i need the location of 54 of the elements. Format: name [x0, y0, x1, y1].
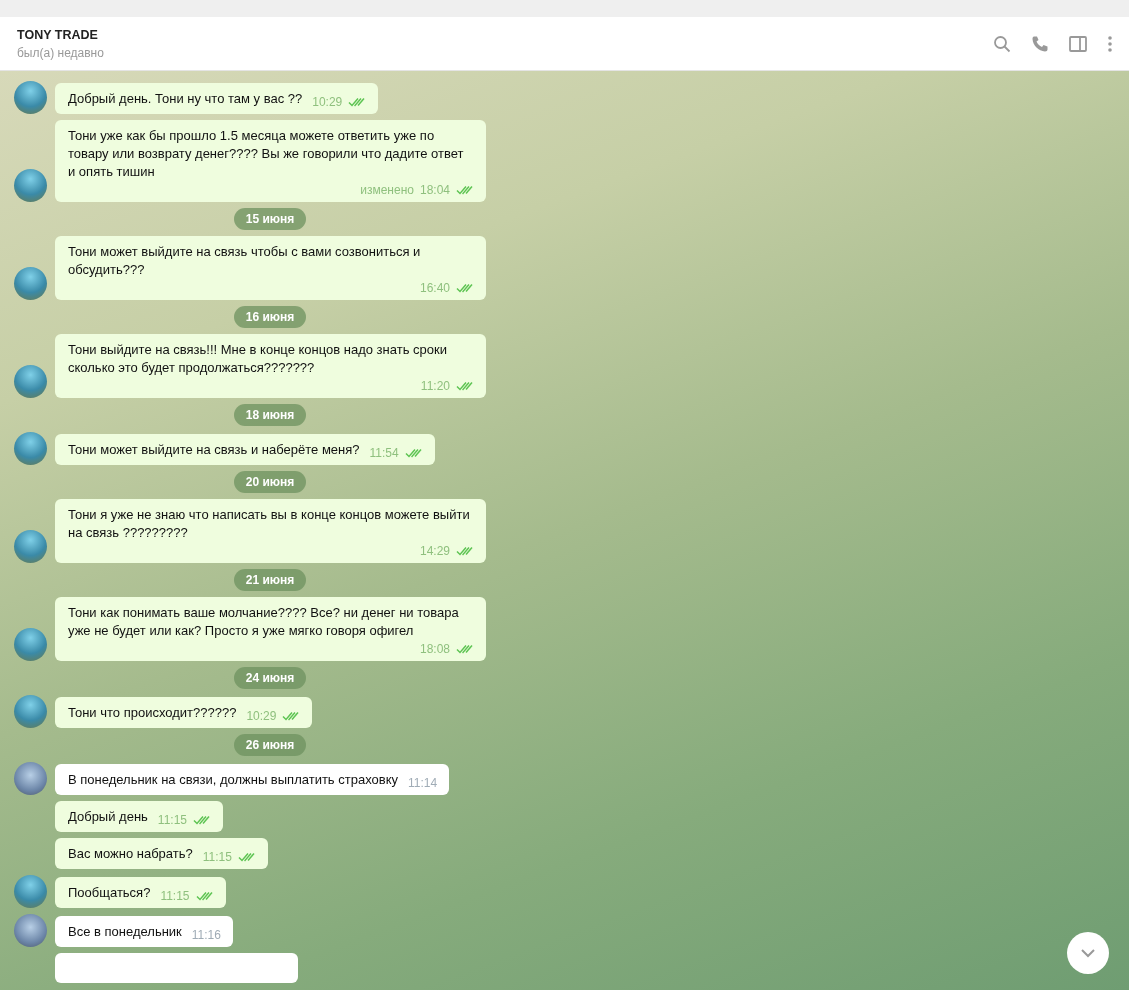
message-text: Все в понедельник: [68, 923, 182, 941]
message-time: 11:16: [191, 927, 221, 944]
avatar-circle[interactable]: [14, 530, 47, 563]
avatar-circle[interactable]: [14, 695, 47, 728]
message-time: 16:40: [419, 280, 450, 297]
message-text: Тони может выйдите на связь и наберёте меня?: [68, 441, 360, 459]
chevron-down-icon: [1080, 948, 1096, 958]
phone-icon[interactable]: [1031, 34, 1049, 53]
message-input-bar[interactable]: [0, 990, 1129, 1000]
message-time: 14:29: [419, 543, 450, 560]
search-icon[interactable]: [993, 34, 1011, 53]
date-separator: 20 июня: [233, 471, 307, 493]
message-time: 18:04: [419, 182, 450, 199]
message-text: Пообщаться?: [68, 884, 151, 902]
avatar-circle[interactable]: [14, 267, 47, 300]
date-separator: 21 июня: [233, 569, 307, 591]
message-text: Тони уже как бы прошло 1.5 месяца можете ответить уже по товару или возврату денег???? Вы же говорили что дадите ответ и опять тишин: [68, 127, 465, 181]
chat-title: TONY TRADE: [17, 27, 99, 42]
message-time: 11:54: [369, 445, 399, 462]
avatar-circle[interactable]: [14, 875, 47, 908]
message-text: Тони выйдите на связь!!! Мне в конце концов надо знать сроки сколько это будет продолжаться???????: [68, 341, 448, 377]
avatar-circle[interactable]: [14, 81, 47, 114]
last-seen-status: был(а) недавно: [17, 45, 105, 60]
message-time: 11:20: [420, 378, 450, 395]
message-text: Добрый день: [68, 808, 148, 826]
message-time: 10:29: [312, 94, 343, 111]
message-time: 11:15: [157, 812, 187, 829]
date-separator: 15 июня: [233, 208, 307, 230]
more-menu-icon[interactable]: [1107, 34, 1113, 53]
avatar-circle[interactable]: [14, 169, 47, 202]
avatar-circle[interactable]: [14, 628, 47, 661]
message-text: Добрый день. Тони ну что там у вас ??: [68, 90, 303, 108]
message-text: Тони что происходит??????: [68, 704, 237, 722]
message-time: 11:14: [408, 775, 438, 792]
scroll-down-button[interactable]: [1067, 932, 1109, 974]
message-time: 10:29: [246, 708, 277, 725]
message-text: Тони я уже не знаю что написать вы в конце концов можете выйти на связь ?????????: [68, 506, 471, 542]
message-time: 11:15: [160, 888, 190, 905]
message-text: Вас можно набрать?: [68, 845, 193, 863]
date-separator: 24 июня: [233, 667, 307, 689]
avatar-circle[interactable]: [14, 432, 47, 465]
message-text: Тони как понимать ваше молчание???? Все? ни денег ни товара уже не будет или как? Просто я уже мягко говоря офигел: [68, 604, 460, 640]
date-separator: 18 июня: [233, 404, 307, 426]
edited-label: изменено: [360, 182, 414, 199]
avatar-circle[interactable]: [14, 365, 47, 398]
avatar-circle[interactable]: [14, 762, 47, 795]
message-time: 11:15: [202, 849, 232, 866]
message-time: 18:08: [419, 641, 450, 658]
message-text: В понедельник на связи, должны выплатить страховку: [68, 771, 398, 789]
avatar-circle[interactable]: [14, 914, 47, 947]
message-text: Тони может выйдите на связь чтобы с вами созвониться и обсудить???: [68, 243, 422, 279]
date-separator: 16 июня: [233, 306, 307, 328]
sidebar-toggle-icon[interactable]: [1069, 35, 1087, 52]
date-separator: 26 июня: [233, 734, 307, 756]
